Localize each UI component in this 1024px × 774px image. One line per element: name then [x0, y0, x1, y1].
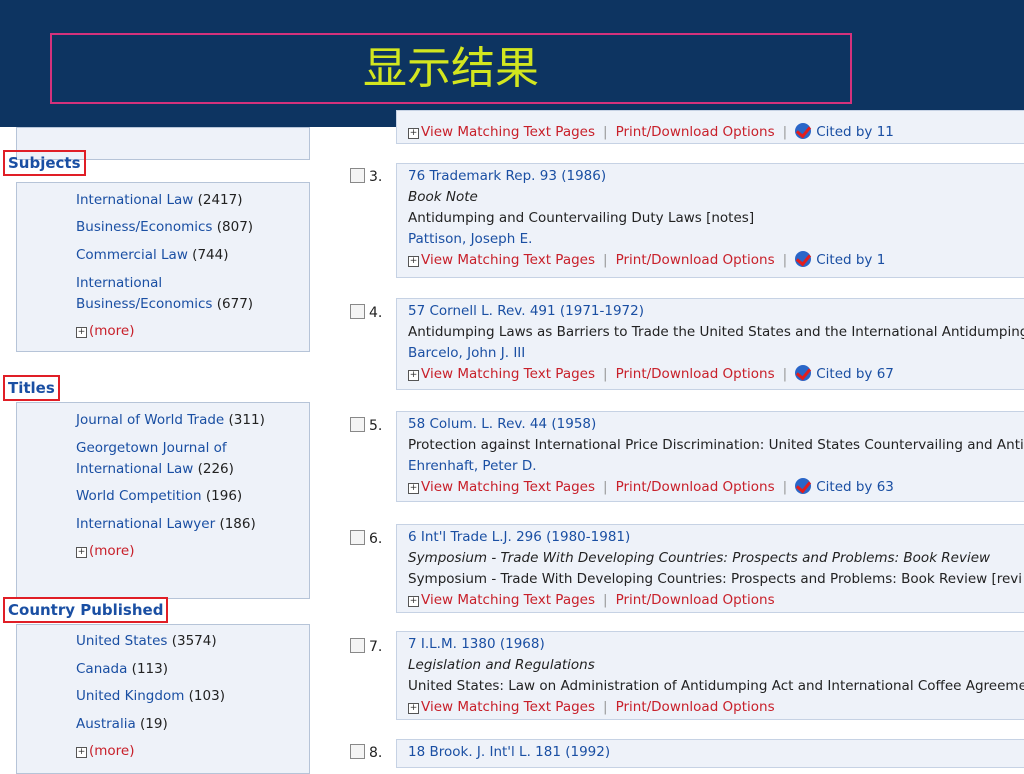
result-checkbox[interactable] [350, 638, 365, 653]
cited-by-link[interactable]: Cited by 11 [795, 123, 894, 140]
sidebar-item-title[interactable]: International Lawyer (186) [76, 514, 256, 535]
result-actions: + View Matching Text Pages | Print/Download… [408, 123, 894, 140]
print-download-link[interactable]: Print/Download Options [616, 124, 775, 140]
view-matching-pages-link[interactable]: View Matching Text Pages [421, 592, 595, 608]
result-type: Legislation and Regulations [408, 657, 595, 673]
sidebar-item-country[interactable]: United States (3574) [76, 631, 217, 652]
sidebar-item-country[interactable]: Australia (19) [76, 714, 168, 735]
print-download-link[interactable]: Print/Download Options [616, 592, 775, 608]
cited-check-icon [795, 251, 812, 267]
cited-by-link[interactable]: Cited by 67 [795, 365, 894, 382]
view-matching-pages-link[interactable]: View Matching Text Pages [421, 699, 595, 715]
result-title: Protection against International Price D… [408, 437, 1024, 453]
cited-by-link[interactable]: Cited by 63 [795, 478, 894, 495]
sidebar-item-title[interactable]: World Competition (196) [76, 486, 242, 507]
header-title-box: 显示结果 [50, 33, 852, 104]
result-citation-link[interactable]: 58 Colum. L. Rev. 44 (1958) [408, 414, 1024, 435]
result-item: 57 Cornell L. Rev. 491 (1971-1972) Antid… [396, 298, 1024, 390]
result-checkbox[interactable] [350, 744, 365, 759]
sidebar-heading-country: Country Published [3, 597, 169, 623]
result-number: 5. [350, 417, 382, 434]
result-citation-link[interactable]: 18 Brook. J. Int'l L. 181 (1992) [408, 742, 1024, 763]
view-matching-pages-link[interactable]: View Matching Text Pages [421, 252, 595, 268]
expand-plus-icon: + [408, 128, 419, 139]
sidebar-item-subject[interactable]: Commercial Law (744) [76, 245, 228, 266]
result-number: 4. [350, 304, 382, 321]
result-number: 3. [350, 168, 382, 185]
result-number: 6. [350, 530, 382, 547]
expand-plus-icon: + [408, 370, 419, 381]
result-checkbox[interactable] [350, 168, 365, 183]
result-title: Antidumping and Countervailing Duty Laws… [408, 210, 755, 226]
expand-plus-icon: + [408, 703, 419, 714]
result-number: 7. [350, 638, 382, 655]
result-item-partial: + View Matching Text Pages | Print/Download… [396, 110, 1024, 144]
subjects-more-link[interactable]: + (more) [76, 321, 135, 342]
sidebar-item-country[interactable]: United Kingdom (103) [76, 686, 225, 707]
sidebar-item-country[interactable]: Canada (113) [76, 659, 168, 680]
view-matching-pages-link[interactable]: View Matching Text Pages [421, 366, 595, 382]
result-citation-link[interactable]: 6 Int'l Trade L.J. 296 (1980-1981) [408, 527, 1024, 548]
result-checkbox[interactable] [350, 530, 365, 545]
result-item: 6 Int'l Trade L.J. 296 (1980-1981) Sympo… [396, 524, 1024, 613]
sidebar-item-title[interactable]: Journal of World Trade (311) [76, 410, 265, 431]
cited-check-icon [795, 123, 812, 139]
result-number: 8. [350, 744, 382, 761]
result-title: Antidumping Laws as Barriers to Trade th… [408, 324, 1024, 340]
result-actions: + View Matching Text Pages | Print/Download… [408, 699, 775, 715]
result-item: 7 I.L.M. 1380 (1968) Legislation and Reg… [396, 631, 1024, 720]
sidebar-item-subject[interactable]: Business/Economics (807) [76, 217, 253, 238]
result-checkbox[interactable] [350, 417, 365, 432]
country-more-link[interactable]: + (more) [76, 741, 135, 762]
result-title: United States: Law on Administration of … [408, 678, 1024, 694]
sidebar-heading-subjects: Subjects [3, 150, 86, 176]
result-item: 58 Colum. L. Rev. 44 (1958) Protection a… [396, 411, 1024, 502]
page-title: 显示结果 [363, 43, 539, 94]
result-item-partial: 18 Brook. J. Int'l L. 181 (1992) [396, 739, 1024, 768]
sidebar-item-subject[interactable]: International Business/Economics (677) [76, 273, 253, 315]
cited-check-icon [795, 478, 812, 494]
sidebar-item-title[interactable]: Georgetown Journal of International Law (… [76, 438, 234, 480]
slide-header: 显示结果 [0, 0, 1024, 127]
result-actions: + View Matching Text Pages | Print/Download… [408, 251, 886, 268]
titles-more-link[interactable]: + (more) [76, 541, 135, 562]
result-type: Book Note [408, 189, 478, 205]
result-author-link[interactable]: Barcelo, John J. III [408, 343, 1024, 364]
result-checkbox[interactable] [350, 304, 365, 319]
expand-plus-icon: + [408, 256, 419, 267]
result-citation-link[interactable]: 7 I.L.M. 1380 (1968) [408, 634, 1024, 655]
result-actions: + View Matching Text Pages | Print/Download… [408, 365, 894, 382]
result-actions: + View Matching Text Pages | Print/Download… [408, 478, 894, 495]
sidebar-heading-titles: Titles [3, 375, 60, 401]
expand-plus-icon: + [408, 483, 419, 494]
result-actions: + View Matching Text Pages | Print/Download… [408, 592, 775, 608]
result-citation-link[interactable]: 57 Cornell L. Rev. 491 (1971-1972) [408, 301, 1024, 322]
expand-plus-icon: + [76, 747, 87, 758]
print-download-link[interactable]: Print/Download Options [616, 479, 775, 495]
result-citation-link[interactable]: 76 Trademark Rep. 93 (1986) [408, 166, 1024, 187]
cited-check-icon [795, 365, 812, 381]
view-matching-pages-link[interactable]: View Matching Text Pages [421, 124, 595, 140]
result-title: Symposium - Trade With Developing Countr… [408, 571, 1023, 587]
print-download-link[interactable]: Print/Download Options [616, 366, 775, 382]
print-download-link[interactable]: Print/Download Options [616, 699, 775, 715]
view-matching-pages-link[interactable]: View Matching Text Pages [421, 479, 595, 495]
result-author-link[interactable]: Pattison, Joseph E. [408, 229, 1024, 250]
result-author-link[interactable]: Ehrenhaft, Peter D. [408, 456, 1024, 477]
print-download-link[interactable]: Print/Download Options [616, 252, 775, 268]
expand-plus-icon: + [76, 547, 87, 558]
sidebar-item-subject[interactable]: International Law (2417) [76, 190, 242, 211]
result-item: 76 Trademark Rep. 93 (1986) Book Note An… [396, 163, 1024, 278]
expand-plus-icon: + [76, 327, 87, 338]
expand-plus-icon: + [408, 596, 419, 607]
cited-by-link[interactable]: Cited by 1 [795, 251, 885, 268]
result-type: Symposium - Trade With Developing Countr… [408, 550, 991, 566]
